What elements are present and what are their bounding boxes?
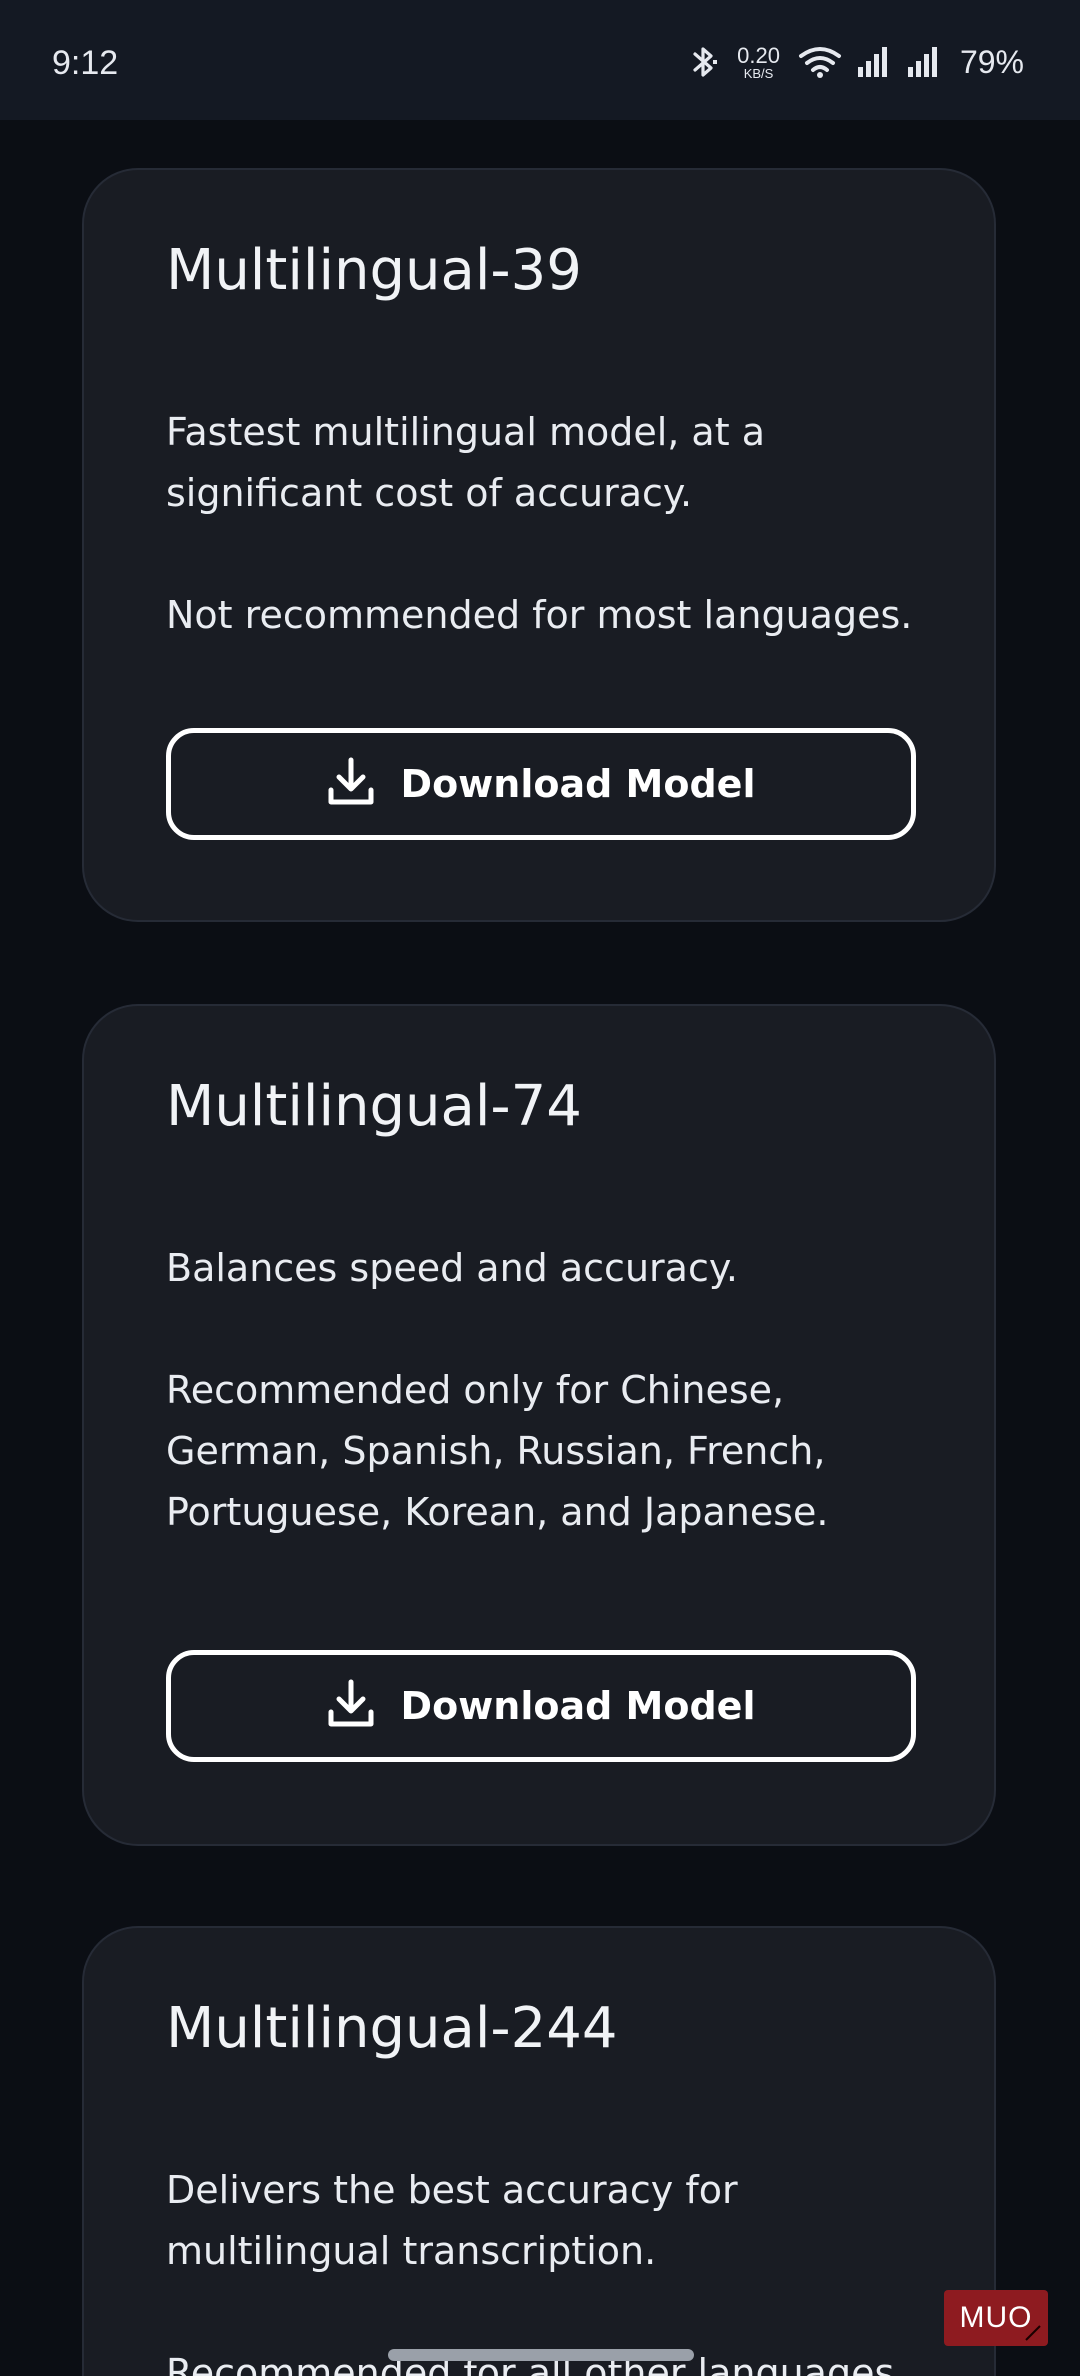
model-card-multilingual-244: Multilingual-244 Delivers the best accur… xyxy=(82,1926,996,2376)
model-card-multilingual-39: Multilingual-39 Fastest multilingual mod… xyxy=(82,168,996,922)
model-description: Delivers the best accuracy for multiling… xyxy=(166,2160,926,2376)
network-speed-value: 0.20 xyxy=(737,42,780,68)
description-line: Delivers the best accuracy for multiling… xyxy=(166,2168,738,2273)
description-line: Recommended only for Chinese, German, Sp… xyxy=(166,1368,829,1534)
download-model-label: Download Model xyxy=(400,1684,756,1728)
watermark-logo: MUO xyxy=(944,2290,1048,2346)
watermark-text: MUO xyxy=(959,2301,1033,2334)
description-line: Fastest multilingual model, at a signifi… xyxy=(166,410,765,515)
signal-icon xyxy=(856,45,892,79)
description-line: Not recommended for most languages. xyxy=(166,593,913,637)
bluetooth-icon xyxy=(689,44,719,80)
corner-mark-icon xyxy=(1025,2325,1041,2341)
model-description: Fastest multilingual model, at a signifi… xyxy=(166,402,926,646)
download-icon xyxy=(327,756,375,812)
network-speed: 0.20 KB/S xyxy=(737,42,780,81)
model-title: Multilingual-74 xyxy=(166,1074,582,1139)
screen: 9:12 0.20 KB/S 79% Multilingual-39 Faste… xyxy=(0,0,1080,2376)
download-model-button[interactable]: Download Model xyxy=(166,728,916,840)
status-time: 9:12 xyxy=(52,44,119,82)
battery-percentage: 79% xyxy=(959,43,1024,80)
home-indicator[interactable] xyxy=(388,2349,694,2361)
status-bar: 9:12 0.20 KB/S 79% xyxy=(0,0,1080,120)
download-icon xyxy=(327,1678,375,1734)
network-speed-unit: KB/S xyxy=(743,65,774,81)
download-model-label: Download Model xyxy=(400,762,756,806)
wifi-icon xyxy=(798,45,842,79)
model-card-multilingual-74: Multilingual-74 Balances speed and accur… xyxy=(82,1004,996,1846)
model-title: Multilingual-244 xyxy=(166,1996,618,2061)
model-title: Multilingual-39 xyxy=(166,238,582,303)
status-icons: 0.20 KB/S 79% xyxy=(689,40,1024,84)
model-description: Balances speed and accuracy. Recommended… xyxy=(166,1238,926,1543)
signal-icon xyxy=(906,45,942,79)
description-line: Balances speed and accuracy. xyxy=(166,1246,738,1290)
download-model-button[interactable]: Download Model xyxy=(166,1650,916,1762)
